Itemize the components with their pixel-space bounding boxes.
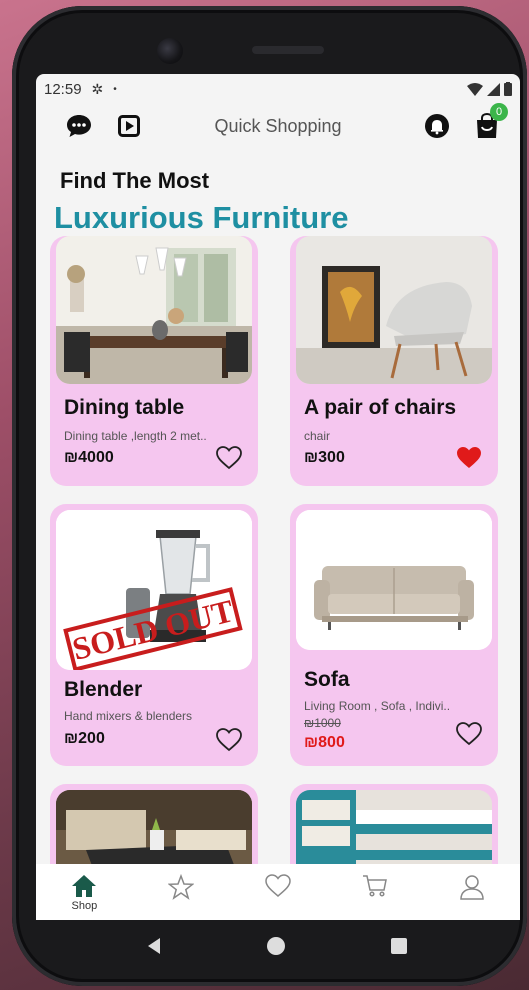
person-icon	[459, 875, 484, 900]
product-card-dining-table[interactable]: Dining table Dining table ,length 2 met.…	[50, 236, 258, 486]
heading-line1: Find The Most	[60, 168, 210, 193]
bottom-navigation: Shop	[36, 864, 520, 920]
product-name: A pair of chairs	[304, 396, 457, 419]
favorite-heart-icon[interactable]	[456, 722, 482, 746]
screen: 12:59 ✲ • Quick Shopping 0 Find The Most…	[36, 74, 520, 920]
product-name: Blender	[64, 678, 143, 701]
status-bar: 12:59 ✲ •	[36, 74, 520, 104]
product-description: Living Room , Sofa , Indivi..	[304, 699, 451, 713]
chat-icon	[67, 115, 91, 137]
status-time: 12:59	[44, 80, 82, 98]
product-description: chair	[304, 429, 331, 443]
front-camera	[157, 38, 183, 64]
home-icon	[72, 875, 97, 897]
earpiece-speaker	[252, 46, 324, 54]
nav-wishlist[interactable]	[248, 874, 308, 898]
nav-favorites-star[interactable]	[151, 874, 211, 900]
heart-icon	[265, 874, 291, 897]
play-icon	[118, 115, 140, 137]
product-card-sofa[interactable]: Sofa Living Room , Sofa , Indivi.. ₪1000…	[290, 504, 498, 766]
recents-icon[interactable]	[390, 937, 408, 955]
nav-shop[interactable]: Shop	[54, 874, 114, 912]
notifications-button[interactable]	[424, 113, 450, 139]
favorite-heart-filled-icon[interactable]	[456, 446, 482, 470]
product-description: Dining table ,length 2 met..	[64, 429, 207, 443]
heading-line2: Luxurious Furniture	[54, 200, 349, 235]
cart-icon	[362, 875, 387, 897]
back-icon[interactable]	[148, 938, 162, 954]
product-description: Hand mixers & blenders	[64, 709, 193, 723]
product-card-blender[interactable]: SOLD OUT Blender Hand mixers & blenders …	[50, 504, 258, 766]
chairs-image	[296, 236, 492, 384]
notification-dot-icon: •	[113, 83, 117, 95]
product-sale-price: ₪800	[304, 734, 345, 751]
sofa-image	[296, 510, 492, 650]
favorite-heart-icon[interactable]	[216, 446, 242, 470]
camera-area	[147, 34, 347, 68]
chat-button[interactable]	[66, 113, 92, 139]
product-card-chairs[interactable]: A pair of chairs chair ₪300	[290, 236, 498, 486]
product-price: ₪4000	[64, 449, 114, 466]
product-price: ₪200	[64, 730, 105, 747]
cart-button[interactable]: 0	[474, 103, 508, 139]
app-bar: Quick Shopping 0	[36, 103, 520, 148]
nav-profile[interactable]	[442, 874, 502, 900]
bell-icon	[425, 114, 449, 138]
product-price: ₪300	[304, 449, 345, 466]
system-navigation-bar	[36, 920, 520, 972]
cart-count-badge: 0	[490, 103, 508, 121]
dining-table-image	[56, 236, 252, 384]
product-name: Dining table	[64, 396, 185, 419]
nav-shop-label: Shop	[71, 900, 98, 912]
battery-icon	[504, 82, 512, 96]
star-icon	[168, 874, 195, 900]
nav-cart[interactable]	[345, 874, 405, 898]
product-old-price: ₪1000	[304, 716, 341, 730]
video-button[interactable]	[116, 113, 142, 139]
product-name: Sofa	[304, 668, 350, 691]
wifi-icon	[467, 82, 483, 96]
blender-image: SOLD OUT	[56, 510, 252, 670]
settings-status-icon: ✲	[91, 80, 104, 97]
home-circle-icon[interactable]	[266, 936, 286, 956]
status-icons	[467, 82, 512, 96]
signal-icon	[487, 82, 500, 96]
favorite-heart-icon[interactable]	[216, 728, 242, 752]
